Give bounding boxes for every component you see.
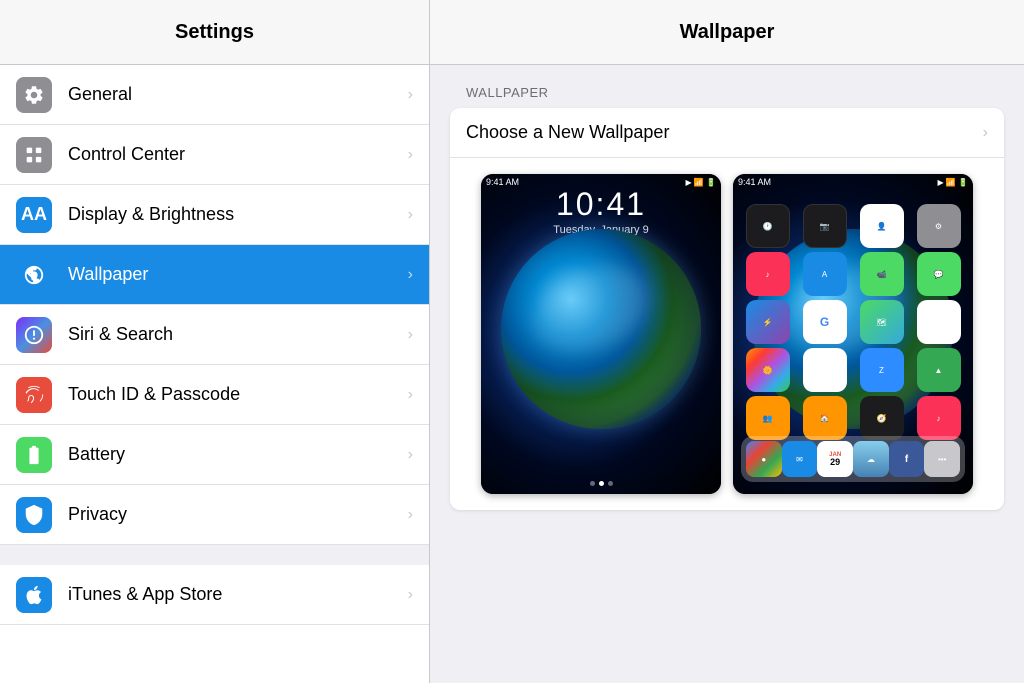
app-drive-icon: ▲ — [917, 300, 961, 344]
sidebar-item-display[interactable]: AA Display & Brightness › — [0, 185, 429, 245]
siri-chevron: › — [408, 326, 413, 344]
battery-icon — [16, 437, 52, 473]
detail-header: Wallpaper — [430, 0, 1024, 64]
lock-earth-image — [501, 229, 701, 429]
app-compass-icon: 🧭 — [860, 396, 904, 440]
lock-dot-1 — [590, 481, 595, 486]
app-music-icon: ♪ — [917, 396, 961, 440]
siri-label: Siri & Search — [68, 324, 173, 345]
general-icon — [16, 77, 52, 113]
general-label: General — [68, 84, 132, 105]
touchid-label: Touch ID & Passcode — [68, 384, 240, 405]
app-clock-icon: 🕐 — [746, 204, 790, 248]
sidebar-item-touchid[interactable]: Touch ID & Passcode › — [0, 365, 429, 425]
app-facetime-icon: 📹 — [860, 252, 904, 296]
app-home-icon: 🏠 — [803, 396, 847, 440]
app-camera-icon: 📷 — [803, 204, 847, 248]
sidebar-item-wallpaper[interactable]: Wallpaper › — [0, 245, 429, 305]
wallpaper-icon — [16, 257, 52, 293]
app-google-icon: G — [803, 300, 847, 344]
display-icon: AA — [16, 197, 52, 233]
main-content: General › Control Center › AA Display & … — [0, 65, 1024, 683]
home-screen-bg: 9:41 AM ▶ 📶 🔋 🕐 📷 👤 ⚙ ♪ A 📹 — [733, 174, 973, 494]
wallpaper-section-header: WALLPAPER — [450, 85, 1004, 100]
app-drive2-icon: ▲ — [917, 348, 961, 392]
sidebar-header: Settings — [0, 0, 430, 64]
app-messenger-icon: ⚡ — [746, 300, 790, 344]
appstore-chevron: › — [408, 586, 413, 604]
home-status-icons: ▶ 📶 🔋 — [937, 178, 968, 187]
lock-dot-2 — [599, 481, 604, 486]
home-status-bar: 9:41 AM ▶ 📶 🔋 — [738, 177, 968, 187]
choose-wallpaper-row[interactable]: Choose a New Wallpaper › — [450, 108, 1004, 158]
privacy-label: Privacy — [68, 504, 127, 525]
display-chevron: › — [408, 206, 413, 224]
settings-sidebar: General › Control Center › AA Display & … — [0, 65, 430, 683]
touchid-icon — [16, 377, 52, 413]
wallpaper-previews: 9:41 AM ▶ 📶 🔋 10:41 Tuesday, January 9 — [450, 158, 1004, 510]
lock-screen-bg: 9:41 AM ▶ 📶 🔋 10:41 Tuesday, January 9 — [481, 174, 721, 494]
wallpaper-card: Choose a New Wallpaper › 9:41 AM ▶ 📶 🔋 1… — [450, 108, 1004, 510]
wallpaper-detail-panel: WALLPAPER Choose a New Wallpaper › 9:41 … — [430, 65, 1024, 683]
general-chevron: › — [408, 86, 413, 104]
app-settings-icon: ⚙ — [917, 204, 961, 248]
sidebar-item-appstore[interactable]: iTunes & App Store › — [0, 565, 429, 625]
battery-label: Battery — [68, 444, 125, 465]
home-screen-preview[interactable]: 9:41 AM ▶ 📶 🔋 🕐 📷 👤 ⚙ ♪ A 📹 — [733, 174, 973, 494]
sidebar-item-general[interactable]: General › — [0, 65, 429, 125]
app-itunes-icon: ♪ — [746, 252, 790, 296]
app-gphotos-icon: 🖼 — [803, 348, 847, 392]
dock-chrome-icon: ● — [746, 441, 782, 477]
app-contacts-icon: 👤 — [860, 204, 904, 248]
app-messages-icon: 💬 — [917, 252, 961, 296]
sidebar-title: Settings — [175, 21, 254, 44]
dock-calendar-icon: JAN 29 — [817, 441, 853, 477]
lock-screen-preview[interactable]: 9:41 AM ▶ 📶 🔋 10:41 Tuesday, January 9 — [481, 174, 721, 494]
display-label: Display & Brightness — [68, 204, 234, 225]
detail-title: Wallpaper — [680, 21, 775, 44]
sidebar-item-privacy[interactable]: Privacy › — [0, 485, 429, 545]
privacy-icon — [16, 497, 52, 533]
choose-wallpaper-label: Choose a New Wallpaper — [466, 122, 983, 143]
control-center-label: Control Center — [68, 144, 185, 165]
lock-dot-3 — [608, 481, 613, 486]
dock-mail-icon: ✉ — [782, 441, 818, 477]
dock-weather-icon: ☁ — [853, 441, 889, 477]
control-center-icon — [16, 137, 52, 173]
appstore-icon — [16, 577, 52, 613]
app-appstore-icon: A — [803, 252, 847, 296]
app-zoom-icon: Z — [860, 348, 904, 392]
wallpaper-chevron: › — [408, 266, 413, 284]
dock-facebook-icon: f — [889, 441, 925, 477]
app-photos-icon: 🌼 — [746, 348, 790, 392]
sidebar-item-battery[interactable]: Battery › — [0, 425, 429, 485]
app-maps-icon: 🗺 — [860, 300, 904, 344]
sidebar-item-control-center[interactable]: Control Center › — [0, 125, 429, 185]
home-app-grid: 🕐 📷 👤 ⚙ ♪ A 📹 💬 ⚡ G 🗺 ▲ — [741, 204, 965, 440]
control-center-chevron: › — [408, 146, 413, 164]
touchid-chevron: › — [408, 386, 413, 404]
choose-wallpaper-chevron: › — [983, 124, 988, 142]
lock-time-display: 10:41 — [481, 186, 721, 223]
dock-more-icon: ••• — [924, 441, 960, 477]
home-status-time: 9:41 AM — [738, 177, 771, 187]
battery-chevron: › — [408, 446, 413, 464]
wallpaper-label: Wallpaper — [68, 264, 148, 285]
appstore-label: iTunes & App Store — [68, 584, 222, 605]
sidebar-spacer — [0, 545, 429, 565]
sidebar-item-siri[interactable]: Siri & Search › — [0, 305, 429, 365]
siri-icon — [16, 317, 52, 353]
privacy-chevron: › — [408, 506, 413, 524]
app-header: Settings Wallpaper — [0, 0, 1024, 65]
lock-page-dots — [481, 481, 721, 486]
app-findmyfriends-icon: 👥 — [746, 396, 790, 440]
home-dock: ● ✉ JAN 29 ☁ f ••• — [741, 436, 965, 482]
